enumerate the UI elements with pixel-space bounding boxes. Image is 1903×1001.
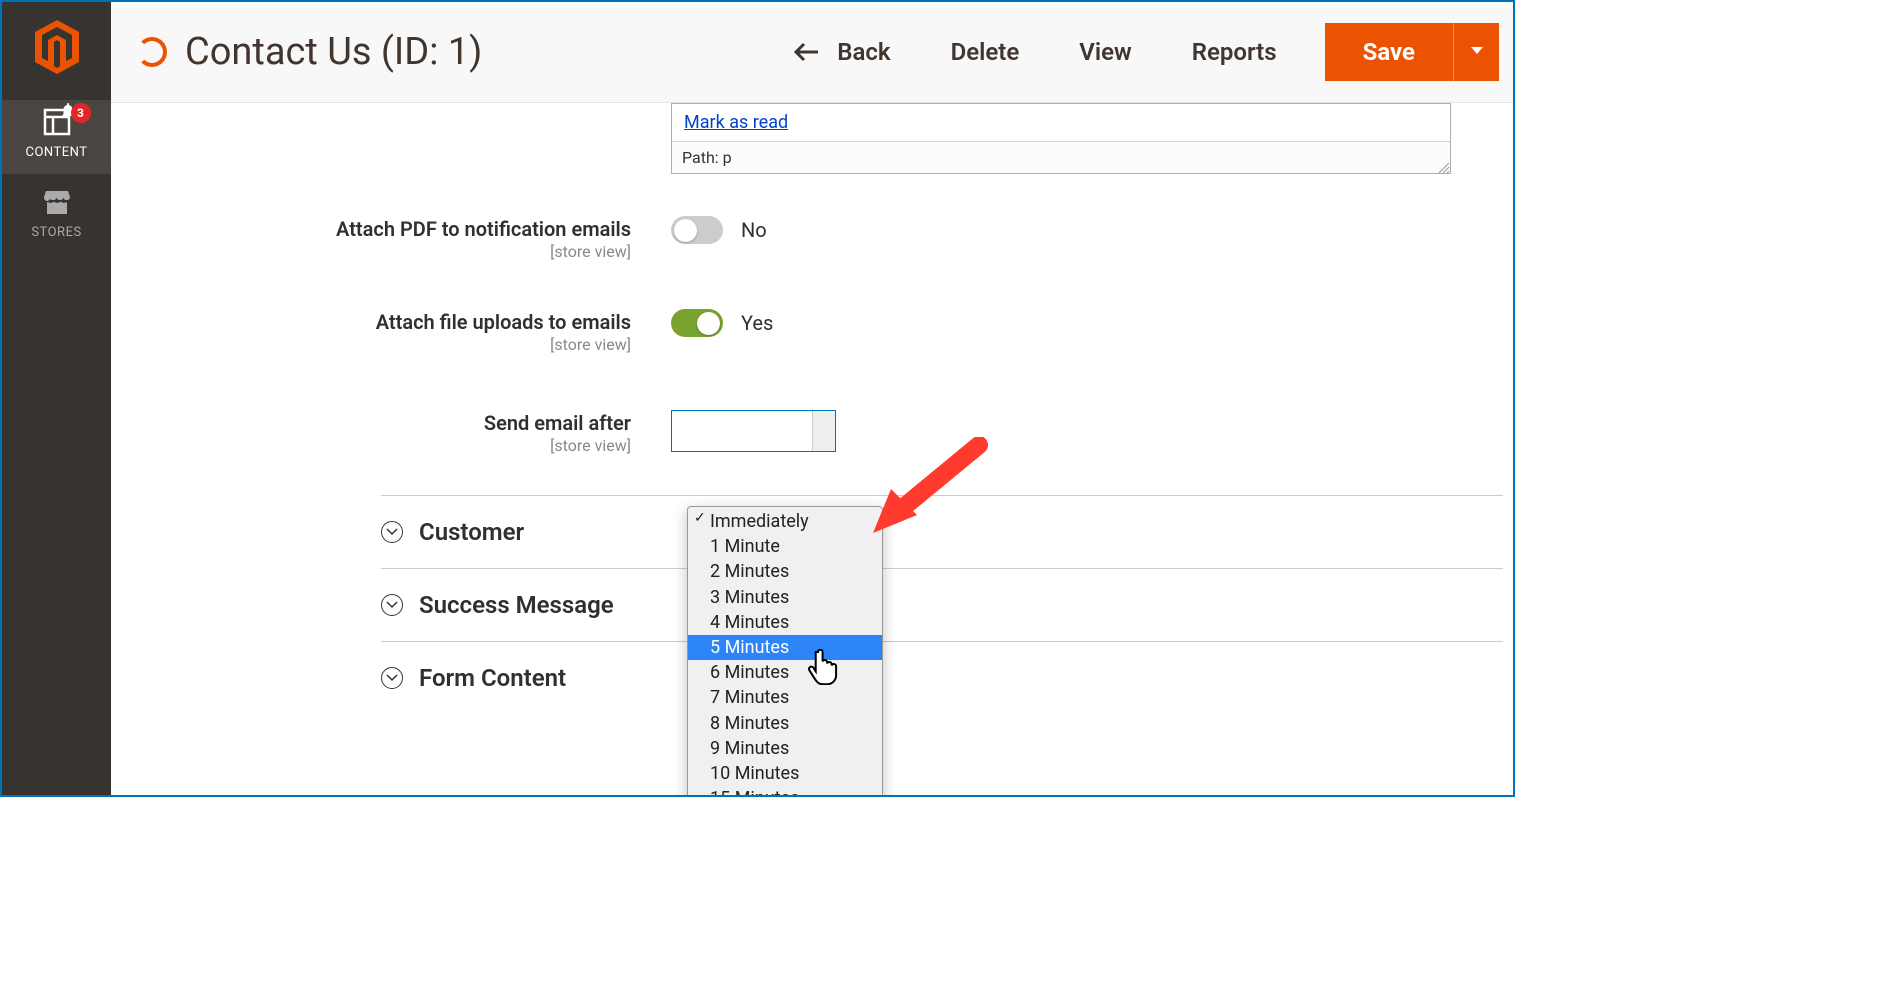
scope-label: [store view] — [261, 335, 631, 354]
dropdown-option[interactable]: 6 Minutes — [688, 660, 882, 685]
collapsible-section[interactable]: Customer — [381, 495, 1503, 568]
page-title: Contact Us (ID: 1) — [185, 30, 482, 74]
dropdown-option[interactable]: 10 Minutes — [688, 761, 882, 786]
chevron-down-icon — [381, 667, 403, 689]
save-button[interactable]: Save — [1325, 23, 1453, 81]
dropdown-option[interactable]: 1 Minute — [688, 534, 882, 559]
attach-files-label: Attach file uploads to emails — [261, 309, 631, 335]
editor-path: Path: p — [672, 141, 1450, 173]
stores-icon — [43, 205, 71, 219]
send-email-after-label: Send email after — [261, 410, 631, 436]
resize-handle-icon[interactable] — [1436, 159, 1450, 173]
scope-label: [store view] — [261, 436, 631, 455]
content-icon — [43, 125, 71, 139]
toggle-value: No — [741, 218, 767, 242]
chevron-down-icon — [381, 521, 403, 543]
admin-sidebar: 3 CONTENT STORES — [2, 2, 111, 795]
arrow-left-icon — [793, 42, 819, 62]
wysiwyg-editor[interactable]: Mark as read Path: p — [671, 103, 1451, 174]
send-email-after-dropdown[interactable]: Immediately1 Minute2 Minutes3 Minutes4 M… — [687, 506, 883, 795]
nav-stores[interactable]: STORES — [2, 174, 111, 254]
reports-button[interactable]: Reports — [1192, 38, 1277, 66]
dropdown-option[interactable]: 2 Minutes — [688, 559, 882, 584]
section-title: Customer — [419, 518, 524, 546]
mark-as-read-link[interactable]: Mark as read — [684, 112, 788, 133]
magento-logo[interactable] — [33, 2, 81, 100]
dropdown-option[interactable]: 3 Minutes — [688, 585, 882, 610]
dropdown-option[interactable]: 9 Minutes — [688, 736, 882, 761]
dropdown-option[interactable]: 5 Minutes — [688, 635, 882, 660]
chevron-down-icon — [381, 594, 403, 616]
nav-content[interactable]: 3 CONTENT — [2, 100, 111, 174]
save-dropdown-toggle[interactable] — [1453, 23, 1499, 81]
dropdown-option[interactable]: Immediately — [688, 509, 882, 534]
page-header: Contact Us (ID: 1) Back Delete View Repo… — [111, 2, 1513, 103]
dropdown-option[interactable]: 7 Minutes — [688, 685, 882, 710]
attach-pdf-label: Attach PDF to notification emails — [261, 216, 631, 242]
notification-badge: 3 — [71, 103, 91, 123]
scope-label: [store view] — [261, 242, 631, 261]
nav-label: STORES — [2, 225, 111, 240]
dropdown-option[interactable]: 15 Minutes — [688, 786, 882, 795]
section-title: Success Message — [419, 591, 614, 619]
send-email-after-select[interactable] — [671, 410, 836, 452]
nav-label: CONTENT — [2, 145, 111, 160]
toggle-value: Yes — [741, 311, 773, 335]
notification-indicator[interactable]: 3 — [59, 102, 91, 123]
caret-down-icon — [1470, 45, 1484, 60]
dropdown-option[interactable]: 8 Minutes — [688, 711, 882, 736]
dropdown-option[interactable]: 4 Minutes — [688, 610, 882, 635]
delete-button[interactable]: Delete — [951, 38, 1020, 66]
back-button[interactable]: Back — [793, 38, 890, 66]
section-title: Form Content — [419, 664, 566, 692]
attach-pdf-toggle[interactable] — [671, 216, 723, 244]
view-button[interactable]: View — [1079, 38, 1131, 66]
loading-spinner-icon — [137, 37, 167, 67]
collapsible-section[interactable]: Form Content — [381, 641, 1503, 714]
collapsible-section[interactable]: Success Message — [381, 568, 1503, 641]
attach-files-toggle[interactable] — [671, 309, 723, 337]
